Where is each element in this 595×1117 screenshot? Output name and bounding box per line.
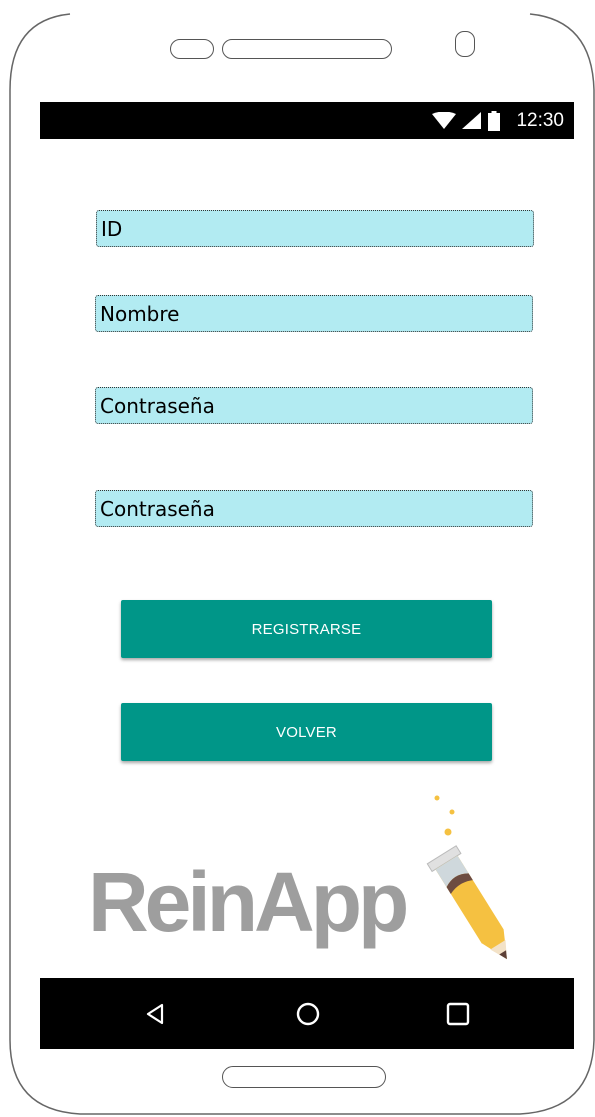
name-field[interactable]: Nombre <box>95 295 533 332</box>
test-tube-pencil-icon <box>426 795 507 960</box>
back-triangle-icon <box>146 1003 164 1025</box>
confirm-password-field-text: Contraseña <box>100 496 215 521</box>
password-field[interactable]: Contraseña <box>95 387 533 424</box>
home-circle-icon <box>296 1002 320 1026</box>
id-field[interactable]: ID <box>96 210 534 247</box>
phone-mockup: 12:30 ID Nombre Contraseña Contraseña RE… <box>0 0 595 1117</box>
nav-recents-button[interactable] <box>440 996 476 1032</box>
back-button[interactable]: VOLVER <box>121 703 492 761</box>
navigation-bar <box>40 978 574 1049</box>
reinapp-logo: ReinApp <box>88 785 538 975</box>
id-field-text: ID <box>101 216 123 241</box>
status-bar: 12:30 <box>40 102 574 139</box>
confirm-password-field[interactable]: Contraseña <box>95 490 533 527</box>
recents-square-icon <box>446 1002 470 1026</box>
speaker-pill <box>222 39 392 59</box>
status-icons: 12:30 <box>432 102 564 139</box>
nav-home-button[interactable] <box>290 996 326 1032</box>
signal-icon <box>462 111 482 129</box>
sensor-pill <box>170 39 214 59</box>
status-time: 12:30 <box>516 109 564 131</box>
password-field-text: Contraseña <box>100 393 215 418</box>
battery-icon <box>488 110 501 131</box>
back-button-label: VOLVER <box>276 723 337 741</box>
nav-back-button[interactable] <box>138 996 174 1032</box>
register-button-label: REGISTRARSE <box>251 620 362 638</box>
register-button[interactable]: REGISTRARSE <box>121 600 492 658</box>
wifi-icon <box>432 111 457 129</box>
name-field-text: Nombre <box>100 301 180 326</box>
home-indicator-pill <box>222 1066 386 1088</box>
front-camera <box>455 31 475 57</box>
